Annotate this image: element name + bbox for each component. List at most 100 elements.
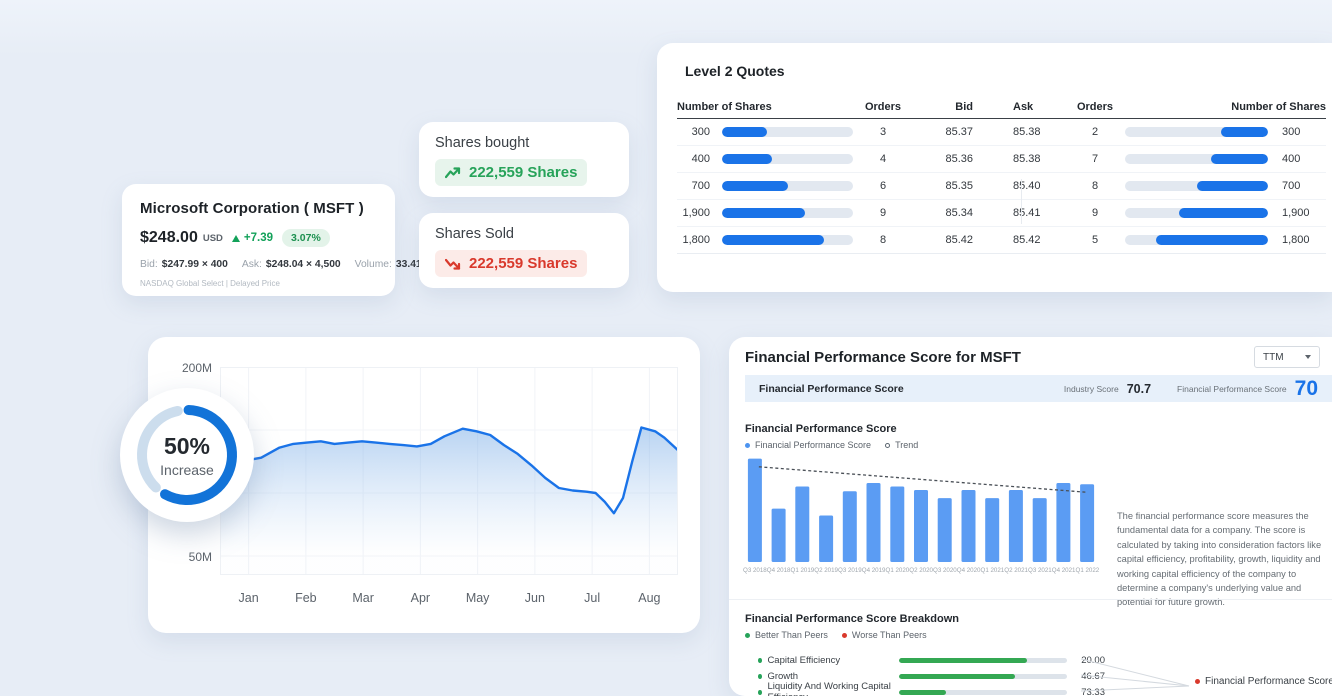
trend-ring-icon [885,443,890,448]
legend-trend-item: Trend [885,440,918,450]
breakdown-bar [899,658,1068,663]
shares-sold-value: 222,559 Shares [469,255,577,272]
legend-better-label: Better Than Peers [755,630,828,640]
level2-rows: 300385.3785.382300400485.3685.3874007006… [677,119,1326,254]
volume-label: Volume: [355,259,392,270]
col-shares-left: Number of Shares [677,101,853,113]
legend-trend-label: Trend [895,440,918,450]
level2-quotes-card: Level 2 Quotes Number of Shares Orders B… [657,43,1332,292]
bid-orders-value: 8 [853,234,913,246]
level2-table-row[interactable]: 700685.3585.408700 [677,173,1326,200]
quarter-label: Q1 2020 [886,567,910,574]
bid-depth-fill [722,127,767,137]
bid-orders-value: 4 [853,153,913,165]
increase-donut-badge: 50% Increase [120,388,254,522]
status-dot-icon [758,674,762,679]
volume-chart-card: 200M 50M JanFebMarAprMayJunJulAug 50% In… [148,337,700,633]
breakdown-metric-label: Capital Efficiency [767,655,898,666]
level2-table-row[interactable]: 300385.3785.382300 [677,119,1326,146]
price-row: $248.00 USD +7.39 3.07% [140,229,377,247]
breakdown-connector-lines [1081,650,1191,696]
bid-orders-value: 6 [853,180,913,192]
bid-depth-bar [722,127,853,137]
bid-depth-bar [722,235,853,245]
level2-table-row[interactable]: 1,800885.4285.4251,800 [677,227,1326,254]
breakdown-legend: Better Than Peers Worse Than Peers [745,630,927,640]
month-label: Feb [277,591,334,605]
ask-depth-fill [1197,181,1269,191]
donut-ring: 50% Increase [132,400,242,510]
ask-label: Ask: [242,259,262,270]
quarter-label: Q2 2020 [909,567,933,574]
bid-shares-value: 400 [677,153,710,165]
period-selector-dropdown[interactable]: TTM [1254,346,1320,368]
month-label: Jul [564,591,621,605]
chevron-down-icon [1305,355,1311,359]
volume-plot-area [220,367,678,575]
up-triangle-icon [232,235,240,242]
breakdown-metric-label: Growth [767,671,898,682]
ask-shares-value: 300 [1268,126,1326,138]
quarter-label: Q4 2018 [767,567,791,574]
ask-shares-value: 400 [1268,153,1326,165]
score-description: The financial performance score measures… [1117,509,1332,610]
month-label: May [449,591,506,605]
legend-series-item: Financial Performance Score [745,440,871,450]
bid-depth-bar [722,208,853,218]
price-change: +7.39 [244,232,273,244]
breakdown-metric-label: Liquidity And Working Capital Efficiency [767,681,898,696]
bid-depth-bar [722,181,853,191]
bid-ask-divider [1021,179,1022,224]
quarter-label: Q1 2019 [791,567,815,574]
quarter-label: Q1 2022 [1076,567,1100,574]
month-label: Aug [621,591,678,605]
period-selected-value: TTM [1263,352,1284,363]
ask-depth-bar [1125,235,1268,245]
score-summary-banner: Financial Performance Score Industry Sco… [745,375,1332,402]
currency-label: USD [203,233,223,244]
level2-table-row[interactable]: 400485.3685.387400 [677,146,1326,173]
breakdown-bar-fill [899,674,1015,679]
ask-price-value: 85.40 [973,180,1065,192]
bid-price-value: 85.34 [913,207,973,219]
legend-series-label: Financial Performance Score [755,440,871,450]
shares-bought-value: 222,559 Shares [469,164,577,181]
industry-score-label: Industry Score [1064,384,1119,394]
ask-depth-bar [1125,208,1268,218]
annotation-dot-icon [1195,679,1200,684]
shares-sold-card: Shares Sold 222,559 Shares [419,213,629,288]
bid-price-value: 85.37 [913,126,973,138]
msft-quote-card: Microsoft Corporation ( MSFT ) $248.00 U… [122,184,395,296]
volume-area-chart [220,367,678,575]
exchange-footnote: NASDAQ Global Select | Delayed Price [140,279,377,288]
y-tick-50m: 50M [162,550,212,564]
level2-header-row: Number of Shares Orders Bid Ask Orders N… [677,95,1326,119]
fps-annotation: Financial Performance Score: 44.55 [1195,676,1332,687]
col-orders-left: Orders [853,101,913,113]
stock-price: $248.00 [140,229,198,247]
month-label: Mar [335,591,392,605]
month-label: Jan [220,591,277,605]
breakdown-rows: Capital Efficiency20.00Growth46.67Liquid… [745,652,1105,696]
col-shares-right: Number of Shares [1125,101,1326,113]
bid-price-value: 85.42 [913,234,973,246]
ask-orders-value: 8 [1065,180,1125,192]
donut-center-text: 50% Increase [132,400,242,510]
bid-depth-bar [722,154,853,164]
level2-table-row[interactable]: 1,900985.3485.4191,900 [677,200,1326,227]
ask-orders-value: 9 [1065,207,1125,219]
bid-shares-value: 1,900 [677,207,710,219]
fps-bar-chart [743,454,1099,566]
increase-label: Increase [160,462,214,478]
legend-worse-label: Worse Than Peers [852,630,927,640]
fps-label: Financial Performance Score [1177,384,1287,394]
breakdown-bar [899,690,1068,695]
quarter-label: Q3 2018 [743,567,767,574]
breakdown-bar [899,674,1068,679]
financial-panel-title: Financial Performance Score for MSFT [745,349,1021,366]
shares-bought-label: Shares bought [435,135,613,151]
annotation-label: Financial Performance Score: [1205,676,1332,687]
bid-price-value: 85.35 [913,180,973,192]
industry-score-value: 70.7 [1127,382,1151,396]
legend-better-item: Better Than Peers [745,630,828,640]
